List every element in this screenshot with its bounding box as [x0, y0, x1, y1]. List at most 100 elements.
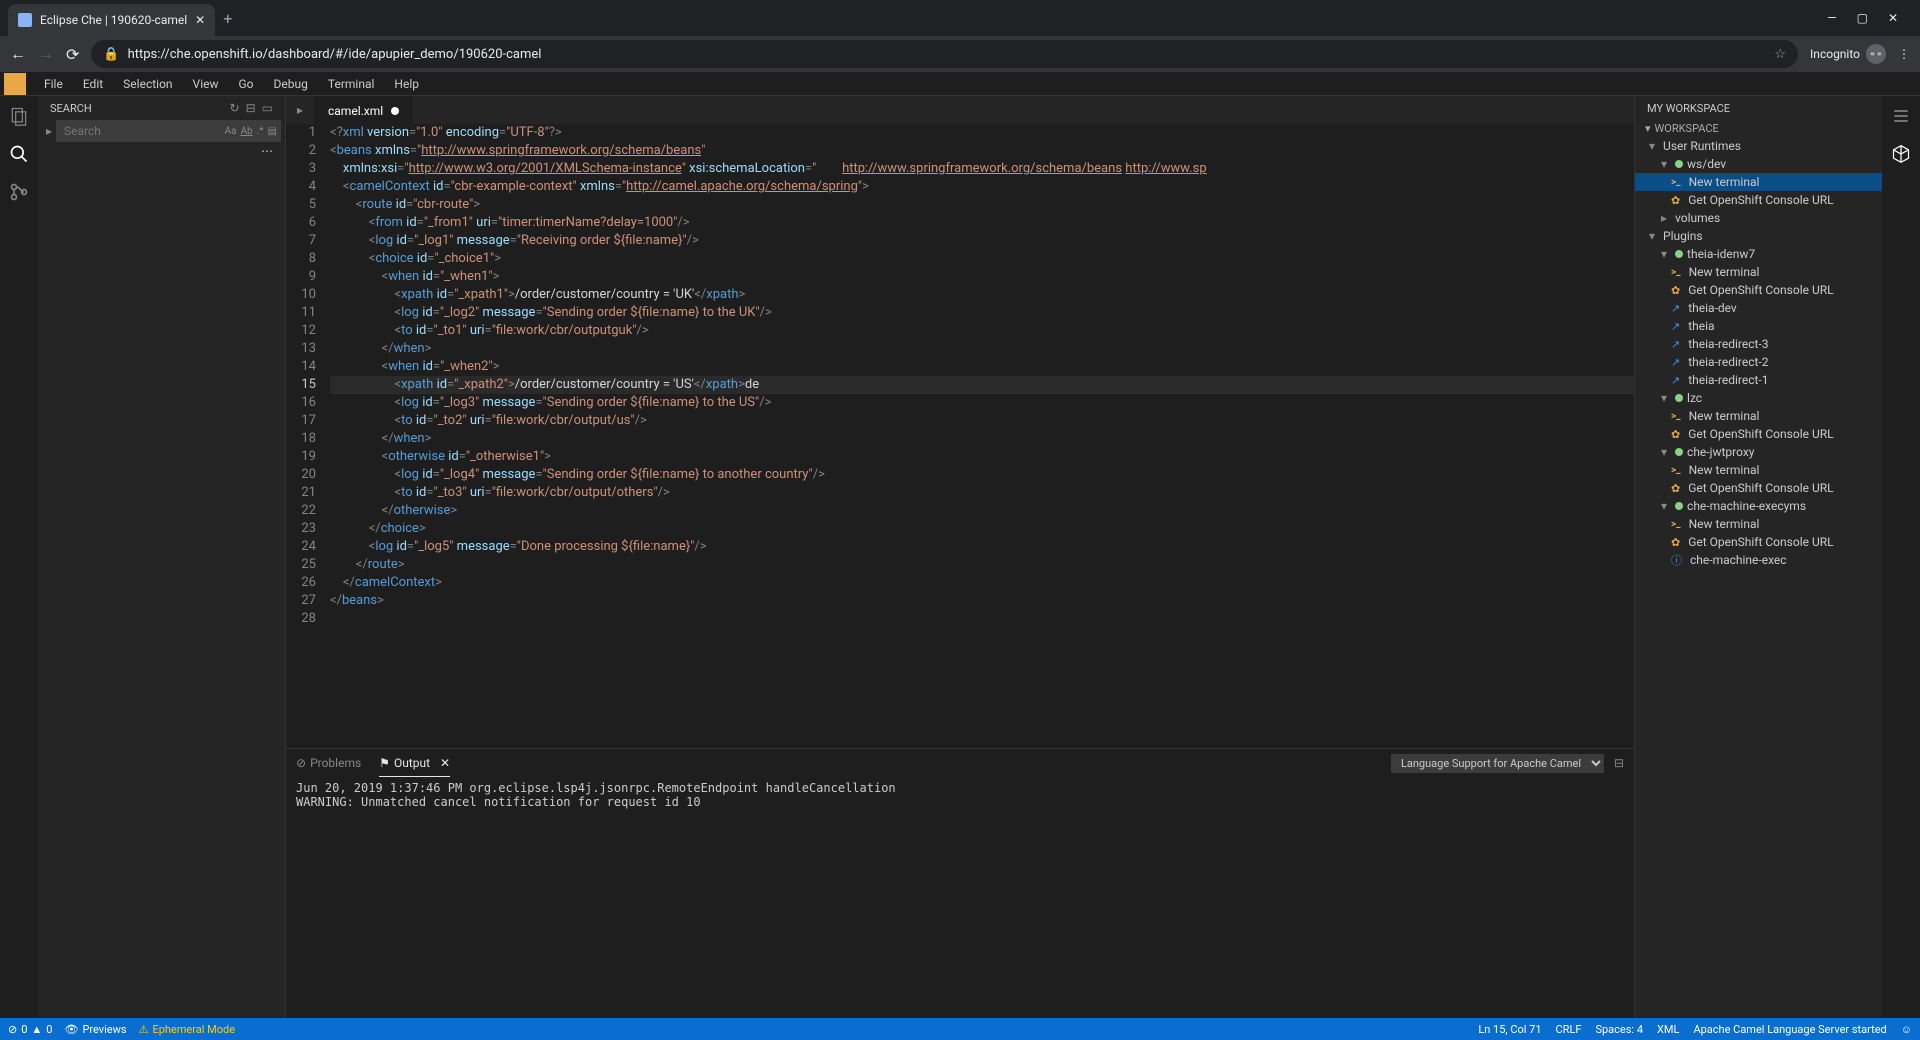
- ws-tree-row[interactable]: ↗theia-dev: [1635, 299, 1882, 317]
- word-icon[interactable]: Ab: [240, 126, 252, 137]
- cube-icon[interactable]: [1889, 142, 1913, 166]
- lock-icon: 🔒: [103, 47, 119, 62]
- close-window-icon[interactable]: ✕: [1888, 11, 1898, 25]
- problems-tab[interactable]: ⊘Problems: [296, 749, 361, 777]
- menu-terminal[interactable]: Terminal: [318, 77, 385, 91]
- ws-tree-row[interactable]: ↗theia-redirect-2: [1635, 353, 1882, 371]
- sidebar-title: SEARCH: [50, 102, 92, 115]
- book-icon[interactable]: ▤: [268, 126, 277, 137]
- dirty-indicator-icon: [391, 107, 399, 115]
- toggle-details-button[interactable]: ⋯: [38, 142, 285, 160]
- menu-edit[interactable]: Edit: [73, 77, 113, 91]
- ws-tree-row[interactable]: ▾lzc: [1635, 389, 1882, 407]
- ws-tree-row[interactable]: ↗theia-redirect-3: [1635, 335, 1882, 353]
- chevron-right-icon[interactable]: ▸: [46, 124, 52, 138]
- editor-tab-bar: ▸ camel.xml: [286, 96, 1634, 124]
- ws-tree-row[interactable]: >_New terminal: [1635, 461, 1882, 479]
- star-icon[interactable]: ☆: [1774, 47, 1786, 62]
- ephemeral-status[interactable]: ⚠ Ephemeral Mode: [139, 1023, 236, 1036]
- favicon-icon: [18, 13, 32, 27]
- menu-debug[interactable]: Debug: [264, 77, 318, 91]
- eol-status[interactable]: CRLF: [1556, 1023, 1582, 1036]
- language-status[interactable]: XML: [1657, 1023, 1679, 1036]
- forward-button[interactable]: →: [38, 44, 54, 64]
- url-bar[interactable]: 🔒 https://che.openshift.io/dashboard/#/i…: [91, 40, 1798, 68]
- ws-tree-row[interactable]: ✿Get OpenShift Console URL: [1635, 479, 1882, 497]
- list-icon[interactable]: [1889, 104, 1913, 128]
- user-runtimes-row[interactable]: ▾User Runtimes: [1635, 137, 1882, 155]
- scm-icon[interactable]: [7, 180, 31, 204]
- menu-go[interactable]: Go: [229, 77, 264, 91]
- tab-title: Eclipse Che | 190620-camel: [40, 13, 187, 27]
- browser-toolbar: ← → ⟳ 🔒 https://che.openshift.io/dashboa…: [0, 36, 1920, 72]
- reload-button[interactable]: ⟳: [66, 45, 79, 64]
- menu-selection[interactable]: Selection: [113, 77, 182, 91]
- ws-tree-row[interactable]: >_New terminal: [1635, 515, 1882, 533]
- menu-view[interactable]: View: [183, 77, 229, 91]
- menubar: FileEditSelectionViewGoDebugTerminalHelp: [0, 72, 1920, 96]
- regex-icon[interactable]: .*: [257, 126, 264, 137]
- new-tab-button[interactable]: +: [223, 9, 232, 28]
- workspace-title: MY WORKSPACE: [1635, 96, 1882, 120]
- status-bar: ⊘0 ▲0 👁 Previews ⚠ Ephemeral Mode Ln 15,…: [0, 1018, 1920, 1040]
- ws-tree-row[interactable]: ▾che-machine-execyms: [1635, 497, 1882, 515]
- ws-tree-row[interactable]: ↗theia-redirect-1: [1635, 371, 1882, 389]
- code-editor[interactable]: 1234567891011121314151617181920212223242…: [286, 124, 1634, 748]
- volumes-row[interactable]: ▸volumes: [1635, 209, 1882, 227]
- explorer-icon[interactable]: [7, 104, 31, 128]
- bottom-panel: ⊘Problems ⚑Output✕ Language Support for …: [286, 748, 1634, 1018]
- ws-tree-row[interactable]: ✿Get OpenShift Console URL: [1635, 191, 1882, 209]
- browser-tab[interactable]: Eclipse Che | 190620-camel ✕: [8, 4, 215, 36]
- incognito-badge: Incognito 👓: [1810, 44, 1886, 64]
- close-icon[interactable]: ✕: [195, 13, 205, 27]
- previews-status[interactable]: 👁 Previews: [64, 1023, 126, 1036]
- right-activity-bar: [1882, 96, 1920, 1018]
- clear-icon[interactable]: ▭: [262, 101, 273, 115]
- ws-tree-row[interactable]: ↗theia: [1635, 317, 1882, 335]
- maximize-icon[interactable]: ▢: [1857, 11, 1868, 25]
- output-content[interactable]: Jun 20, 2019 1:37:46 PM org.eclipse.lsp4…: [286, 777, 1634, 1018]
- case-icon[interactable]: Aa: [224, 126, 236, 137]
- ws-tree-row[interactable]: ✿Get OpenShift Console URL: [1635, 425, 1882, 443]
- browser-tab-strip: Eclipse Che | 190620-camel ✕ + — ▢ ✕: [0, 0, 1920, 36]
- workspace-panel: MY WORKSPACE ▾WORKSPACE ▾User Runtimes ▾…: [1634, 96, 1882, 1018]
- window-controls: — ▢ ✕: [1827, 11, 1912, 25]
- search-icon[interactable]: [7, 142, 31, 166]
- output-tab[interactable]: ⚑Output✕: [379, 749, 450, 777]
- ws-tree-row[interactable]: >_New terminal: [1635, 407, 1882, 425]
- ws-tree-row[interactable]: ▾theia-idenw7: [1635, 245, 1882, 263]
- url-text: https://che.openshift.io/dashboard/#/ide…: [128, 47, 542, 62]
- tab-spacer-icon: ▸: [286, 103, 314, 117]
- workspace-section: ▾WORKSPACE: [1635, 120, 1882, 137]
- tab-filename: camel.xml: [328, 104, 383, 118]
- incognito-icon: 👓: [1866, 44, 1886, 64]
- minimize-icon[interactable]: —: [1827, 11, 1836, 25]
- ws-tree-row[interactable]: ▾che-jwtproxy: [1635, 443, 1882, 461]
- cursor-position[interactable]: Ln 15, Col 71: [1478, 1023, 1541, 1036]
- menu-help[interactable]: Help: [384, 77, 429, 91]
- collapse-icon[interactable]: ⊟: [246, 101, 256, 115]
- search-sidebar: SEARCH ↻ ⊟ ▭ ▸ Aa Ab .* ▤: [38, 96, 286, 1018]
- ws-tree-row[interactable]: >_New terminal: [1635, 263, 1882, 281]
- back-button[interactable]: ←: [10, 44, 26, 64]
- indent-status[interactable]: Spaces: 4: [1595, 1023, 1643, 1036]
- refresh-icon[interactable]: ↻: [230, 101, 240, 115]
- chevron-down-icon[interactable]: ▾: [1645, 122, 1651, 135]
- plugins-row[interactable]: ▾Plugins: [1635, 227, 1882, 245]
- ws-tree-row[interactable]: ▾ws/dev: [1635, 155, 1882, 173]
- browser-menu-button[interactable]: ⋮: [1898, 47, 1910, 61]
- close-icon[interactable]: ✕: [440, 756, 450, 770]
- editor-tab[interactable]: camel.xml: [314, 96, 413, 124]
- menu-file[interactable]: File: [34, 77, 73, 91]
- lsp-status[interactable]: Apache Camel Language Server started: [1693, 1023, 1886, 1036]
- output-channel-select[interactable]: Language Support for Apache Camel: [1391, 754, 1604, 773]
- ws-tree-row[interactable]: ✿Get OpenShift Console URL: [1635, 533, 1882, 551]
- ws-tree-row[interactable]: >_New terminal: [1635, 173, 1882, 191]
- ws-tree-row[interactable]: ⓘche-machine-exec: [1635, 551, 1882, 569]
- ws-tree-row[interactable]: ✿Get OpenShift Console URL: [1635, 281, 1882, 299]
- feedback-icon[interactable]: ☺: [1901, 1023, 1912, 1036]
- errors-status[interactable]: ⊘0 ▲0: [8, 1023, 52, 1036]
- che-logo-icon: [4, 73, 26, 95]
- activity-bar: [0, 96, 38, 1018]
- clear-output-icon[interactable]: ⊟: [1614, 756, 1624, 770]
